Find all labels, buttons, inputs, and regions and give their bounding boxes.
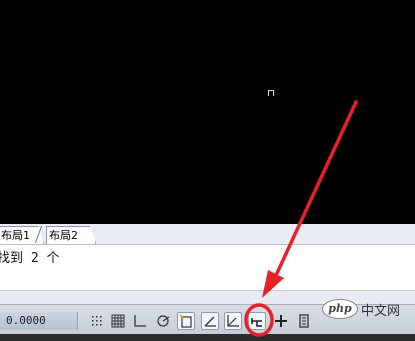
polar-button[interactable] bbox=[154, 312, 172, 330]
ducs-icon bbox=[227, 315, 239, 327]
drawing-canvas[interactable] bbox=[0, 0, 415, 224]
coordinate-readout[interactable]: 0.0000 bbox=[0, 312, 78, 330]
ducs-button[interactable] bbox=[224, 312, 242, 330]
grid-button[interactable] bbox=[109, 312, 127, 330]
watermark-text: 中文网 bbox=[361, 303, 401, 319]
lineweight-button[interactable] bbox=[272, 312, 290, 330]
lineweight-icon bbox=[275, 315, 287, 327]
dyn-button[interactable] bbox=[248, 312, 266, 330]
snap-button[interactable] bbox=[88, 312, 106, 330]
command-history: 找到 2 个 bbox=[0, 245, 415, 291]
quick-properties-icon bbox=[299, 314, 309, 328]
snap-icon bbox=[92, 316, 102, 326]
otrack-icon bbox=[204, 316, 216, 327]
window-bottom-edge bbox=[0, 334, 415, 341]
php-watermark: php 中文网 bbox=[322, 298, 412, 320]
php-logo: php bbox=[322, 299, 358, 319]
tab-label: 布局2 bbox=[49, 229, 78, 242]
polar-icon bbox=[157, 315, 170, 327]
grid-icon bbox=[111, 314, 125, 328]
command-history-line: 找到 2 个 bbox=[0, 251, 60, 266]
ortho-icon bbox=[134, 315, 146, 327]
layout-tabs-bar: 布局1 布局2 bbox=[0, 224, 415, 245]
osnap-icon bbox=[179, 314, 192, 328]
otrack-button[interactable] bbox=[201, 312, 219, 330]
tab-layout2[interactable]: 布局2 bbox=[46, 226, 96, 244]
crosshair-cursor-icon bbox=[268, 90, 274, 96]
ortho-button[interactable] bbox=[131, 312, 149, 330]
quick-properties-button[interactable] bbox=[295, 312, 313, 330]
osnap-button[interactable] bbox=[177, 312, 195, 330]
dyn-icon bbox=[251, 318, 262, 327]
tab-label: 布局1 bbox=[1, 229, 30, 242]
